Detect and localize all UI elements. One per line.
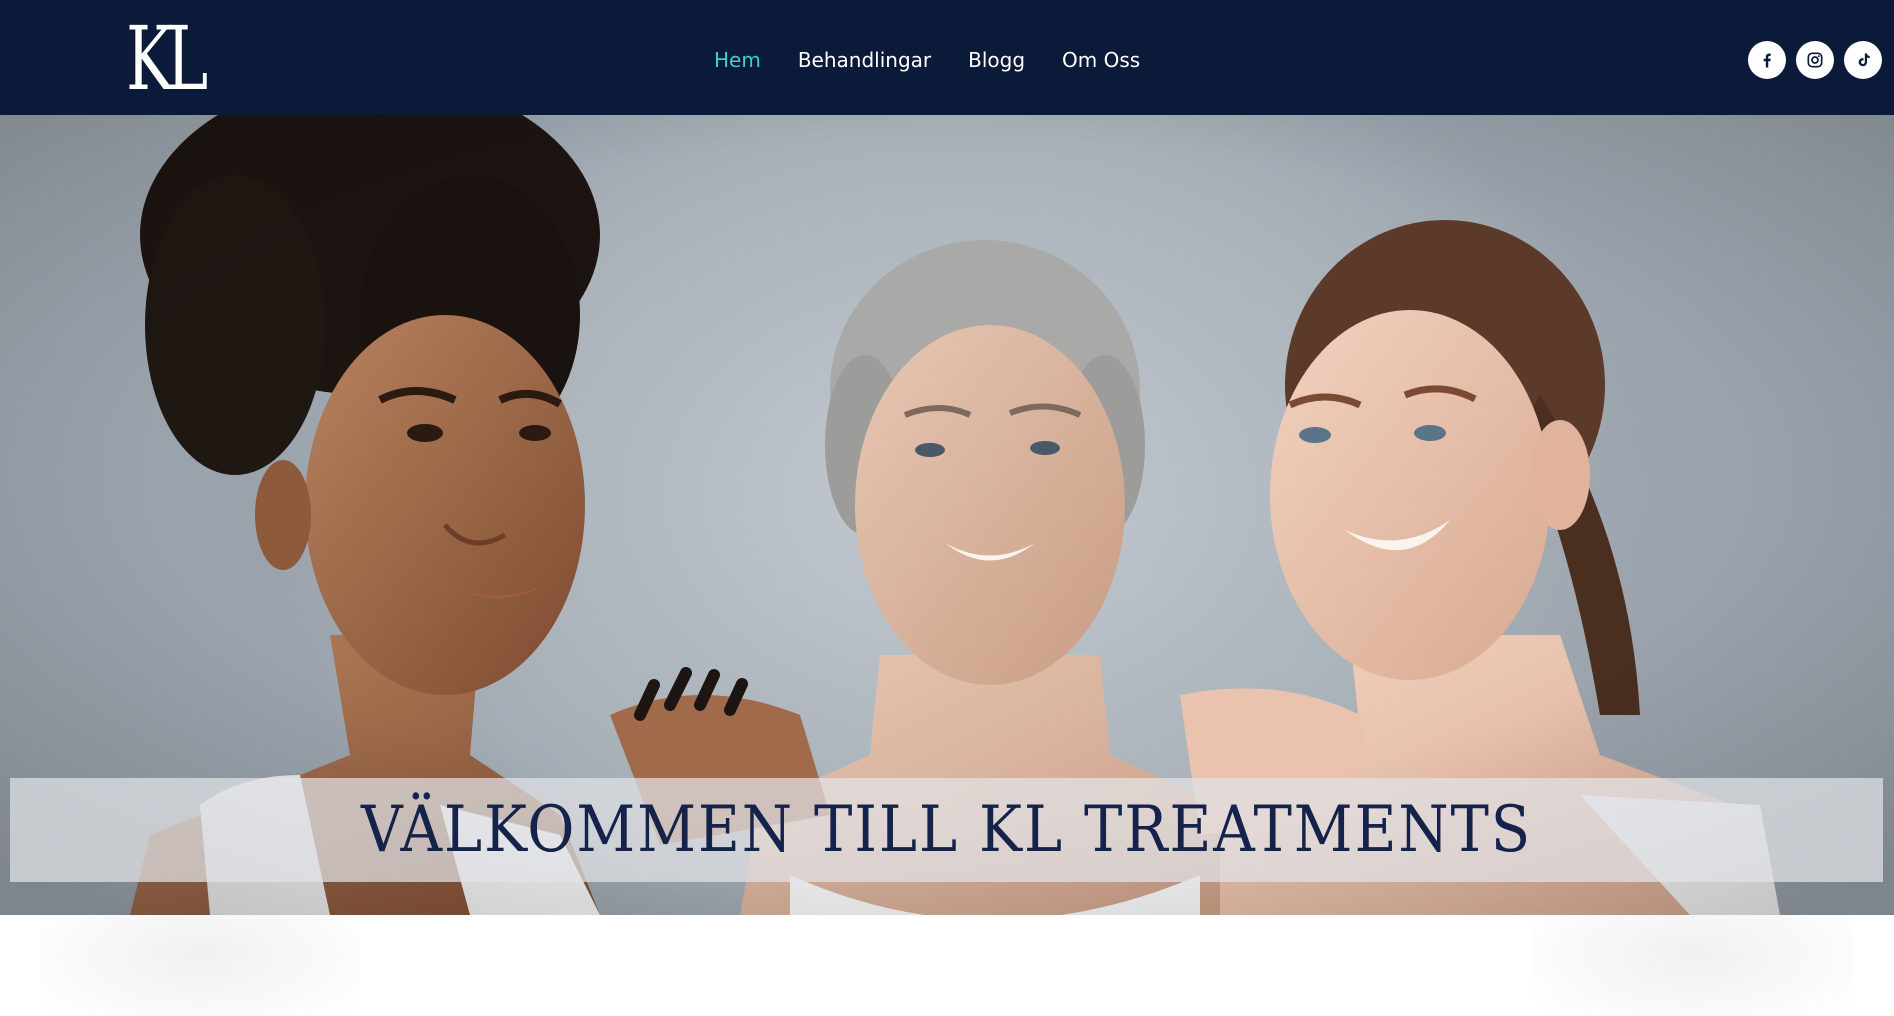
social-links [1738,41,1882,79]
decorative-shadow-right [1534,915,1854,1016]
hero-section: VÄLKOMMEN TILL KL TREATMENTS [0,115,1894,915]
instagram-icon [1807,52,1823,68]
site-header: KL Hem Behandlingar Blogg Om Oss [0,0,1894,115]
facebook-icon [1763,53,1771,68]
nav-item-om-oss[interactable]: Om Oss [1062,40,1140,80]
nav-item-behandlingar[interactable]: Behandlingar [798,40,931,80]
tiktok-icon [1858,53,1870,67]
hero-title: VÄLKOMMEN TILL KL TREATMENTS [361,793,1532,867]
main-nav: Hem Behandlingar Blogg Om Oss [714,40,1140,80]
site-logo[interactable]: KL [126,7,211,110]
decorative-shadow-left [40,915,360,1016]
nav-item-hem[interactable]: Hem [714,40,761,80]
instagram-button[interactable] [1796,41,1834,79]
content-area [0,915,1894,1016]
facebook-button[interactable] [1748,41,1786,79]
tiktok-button[interactable] [1844,41,1882,79]
nav-item-blogg[interactable]: Blogg [968,40,1025,80]
logo-text: KL [126,7,208,110]
hero-banner: VÄLKOMMEN TILL KL TREATMENTS [10,778,1883,882]
